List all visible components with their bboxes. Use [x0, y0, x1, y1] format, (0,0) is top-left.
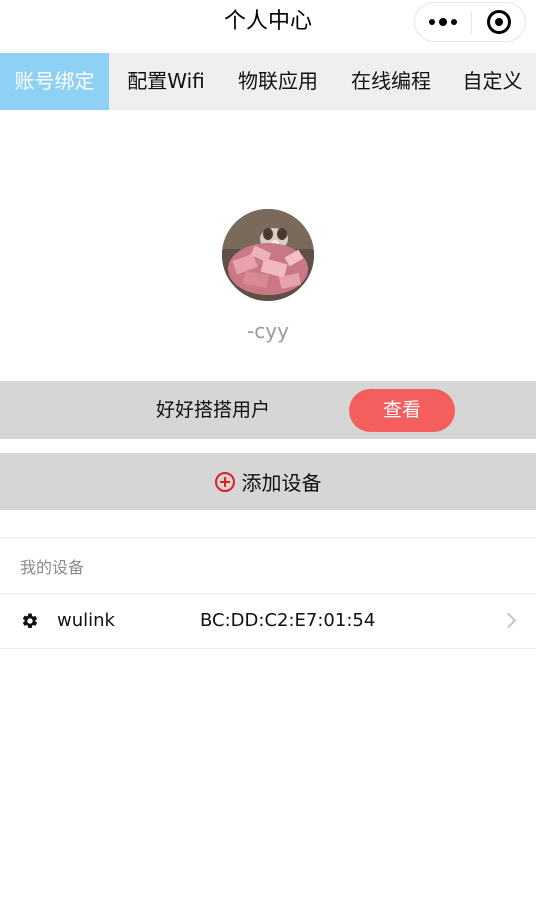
avatar [222, 209, 314, 301]
mini-program-capsule [414, 2, 526, 42]
tab-custom[interactable]: 自定义 [449, 53, 536, 110]
list-divider-bottom [0, 648, 536, 649]
add-device-label: 添加设备 [241, 471, 322, 495]
user-info-row: 好好搭搭用户 查看 [0, 381, 536, 439]
add-device-button[interactable]: 添加设备 [0, 453, 536, 510]
device-name: wulink [57, 610, 115, 631]
plus-circle-icon [214, 471, 235, 492]
tab-online-programming[interactable]: 在线编程 [333, 53, 449, 110]
tab-config-wifi[interactable]: 配置Wifi [109, 53, 223, 110]
avatar-image [222, 209, 314, 301]
tab-bar: 账号绑定 配置Wifi 物联应用 在线编程 自定义 [0, 53, 536, 110]
more-dots-icon[interactable] [415, 3, 471, 41]
user-nickname: -cyy [247, 319, 289, 343]
view-button[interactable]: 查看 [349, 389, 455, 432]
my-devices-title: 我的设备 [20, 558, 85, 577]
device-list-item[interactable]: wulink BC:DD:C2:E7:01:54 [0, 594, 536, 648]
tab-account-binding[interactable]: 账号绑定 [0, 53, 109, 110]
tab-iot-apps[interactable]: 物联应用 [223, 53, 333, 110]
section-divider [0, 537, 536, 538]
navigation-bar: 个人中心 [0, 0, 536, 44]
chevron-right-icon [500, 612, 517, 629]
user-label: 好好搭搭用户 [156, 399, 271, 421]
device-mac-address: BC:DD:C2:E7:01:54 [200, 610, 376, 631]
target-close-icon[interactable] [472, 3, 526, 41]
gear-icon [22, 613, 38, 628]
app-root: 个人中心 账号绑定 配置Wifi 物联应用 在线编程 自定义 -cyy 好好搭搭… [0, 0, 536, 923]
